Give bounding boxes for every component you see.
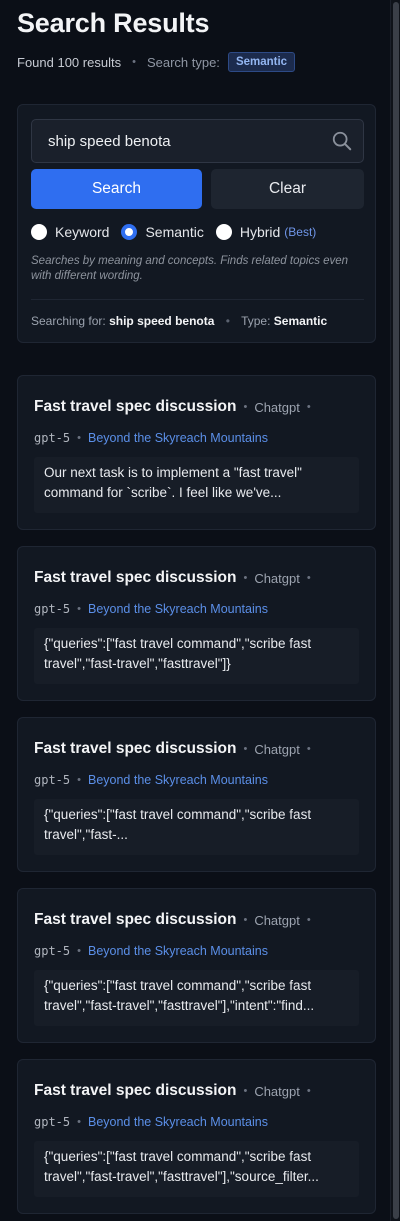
separator-dot: • xyxy=(77,945,81,957)
search-type-label: Search type: xyxy=(146,54,220,70)
result-source: Chatgpt xyxy=(254,1083,300,1099)
result-meta-row: gpt-5 • Beyond the Skyreach Mountains xyxy=(34,600,268,618)
radio-semantic[interactable]: Semantic xyxy=(121,224,204,240)
separator-dot: • xyxy=(243,1085,248,1097)
result-title-row: Fast travel spec discussion • Chatgpt • xyxy=(34,397,318,417)
separator-dot: • xyxy=(306,401,311,413)
search-status-prefix: Searching for: xyxy=(31,314,106,328)
separator-dot: • xyxy=(243,401,248,413)
search-panel: Search Clear Keyword Semantic Hybrid (Be… xyxy=(17,104,376,343)
radio-keyword-circle[interactable] xyxy=(31,224,47,240)
result-snippet: Our next task is to implement a "fast tr… xyxy=(34,457,359,513)
separator-dot: • xyxy=(225,314,230,328)
separator-dot: • xyxy=(77,603,81,615)
result-snippet: {"queries":["fast travel command","scrib… xyxy=(34,799,359,855)
separator-dot: • xyxy=(306,1085,311,1097)
search-button[interactable]: Search xyxy=(31,169,202,209)
result-snippet: {"queries":["fast travel command","scrib… xyxy=(34,1141,359,1197)
result-meta-row: gpt-5 • Beyond the Skyreach Mountains xyxy=(34,942,268,960)
result-model: gpt-5 xyxy=(34,431,71,445)
search-status: Searching for: ship speed benota • Type:… xyxy=(31,314,327,328)
result-card[interactable]: Fast travel spec discussion • Chatgpt • … xyxy=(17,717,376,872)
scrollbar-thumb[interactable] xyxy=(393,2,399,1219)
result-meta-row: gpt-5 • Beyond the Skyreach Mountains xyxy=(34,429,268,447)
search-results-page: Search Results Found 100 results • Searc… xyxy=(0,0,400,1221)
divider xyxy=(31,299,364,300)
result-project-link[interactable]: Beyond the Skyreach Mountains xyxy=(88,944,268,958)
result-model: gpt-5 xyxy=(34,1115,71,1129)
result-card[interactable]: Fast travel spec discussion • Chatgpt • … xyxy=(17,546,376,701)
result-title[interactable]: Fast travel spec discussion xyxy=(34,569,236,587)
radio-hybrid-label: Hybrid xyxy=(239,224,281,240)
search-type-badge: Semantic xyxy=(227,52,296,72)
results-count: Found 100 results xyxy=(17,54,122,70)
separator-dot: • xyxy=(77,432,81,444)
radio-hybrid[interactable]: Hybrid (Best) xyxy=(215,224,317,240)
result-meta-row: gpt-5 • Beyond the Skyreach Mountains xyxy=(34,1113,268,1131)
result-snippet: {"queries":["fast travel command","scrib… xyxy=(34,970,359,1026)
clear-button[interactable]: Clear xyxy=(211,169,364,209)
result-source: Chatgpt xyxy=(254,570,300,586)
result-card[interactable]: Fast travel spec discussion • Chatgpt • … xyxy=(17,375,376,530)
search-icon[interactable] xyxy=(331,130,353,152)
result-title[interactable]: Fast travel spec discussion xyxy=(34,911,236,929)
result-card[interactable]: Fast travel spec discussion • Chatgpt • … xyxy=(17,1059,376,1214)
result-card[interactable]: Fast travel spec discussion • Chatgpt • … xyxy=(17,888,376,1043)
radio-hybrid-circle[interactable] xyxy=(215,224,232,240)
result-snippet: {"queries":["fast travel command","scrib… xyxy=(34,628,359,684)
separator-dot: • xyxy=(306,572,311,584)
search-mode-helper-text: Searches by meaning and concepts. Finds … xyxy=(31,255,349,282)
vertical-scrollbar[interactable] xyxy=(390,0,400,1221)
search-status-query: ship speed benota xyxy=(109,314,215,328)
page-title: Search Results xyxy=(17,8,210,38)
result-model: gpt-5 xyxy=(34,773,71,787)
result-project-link[interactable]: Beyond the Skyreach Mountains xyxy=(88,431,268,445)
separator-dot: • xyxy=(243,914,248,926)
result-title-row: Fast travel spec discussion • Chatgpt • xyxy=(34,910,318,930)
separator-dot: • xyxy=(77,1116,81,1128)
separator-dot: • xyxy=(132,56,136,68)
result-source: Chatgpt xyxy=(254,741,300,757)
results-meta: Found 100 results • Search type: Semanti… xyxy=(17,51,296,73)
result-meta-row: gpt-5 • Beyond the Skyreach Mountains xyxy=(34,771,268,789)
separator-dot: • xyxy=(243,743,248,755)
separator-dot: • xyxy=(306,743,311,755)
radio-keyword-label: Keyword xyxy=(55,224,110,240)
separator-dot: • xyxy=(77,774,81,786)
result-model: gpt-5 xyxy=(34,602,71,616)
result-source: Chatgpt xyxy=(254,399,300,415)
search-box[interactable] xyxy=(31,119,364,163)
result-title[interactable]: Fast travel spec discussion xyxy=(34,740,236,758)
result-project-link[interactable]: Beyond the Skyreach Mountains xyxy=(88,1115,268,1129)
search-status-type-prefix: Type: xyxy=(241,314,271,328)
radio-semantic-label: Semantic xyxy=(145,224,204,240)
result-title-row: Fast travel spec discussion • Chatgpt • xyxy=(34,739,318,759)
separator-dot: • xyxy=(243,572,248,584)
search-input[interactable] xyxy=(32,120,322,162)
result-title-row: Fast travel spec discussion • Chatgpt • xyxy=(34,568,318,588)
result-title[interactable]: Fast travel spec discussion xyxy=(34,1082,236,1100)
hybrid-best-tag: (Best) xyxy=(284,225,317,239)
radio-semantic-circle[interactable] xyxy=(121,224,138,240)
result-title-row: Fast travel spec discussion • Chatgpt • xyxy=(34,1081,318,1101)
result-source: Chatgpt xyxy=(254,912,300,928)
separator-dot: • xyxy=(306,914,311,926)
search-mode-group: Keyword Semantic Hybrid (Best) xyxy=(31,222,328,242)
result-project-link[interactable]: Beyond the Skyreach Mountains xyxy=(88,602,268,616)
radio-keyword[interactable]: Keyword xyxy=(31,224,109,240)
result-model: gpt-5 xyxy=(34,944,71,958)
search-status-type: Semantic xyxy=(273,314,328,328)
result-project-link[interactable]: Beyond the Skyreach Mountains xyxy=(88,773,268,787)
result-title[interactable]: Fast travel spec discussion xyxy=(34,398,236,416)
